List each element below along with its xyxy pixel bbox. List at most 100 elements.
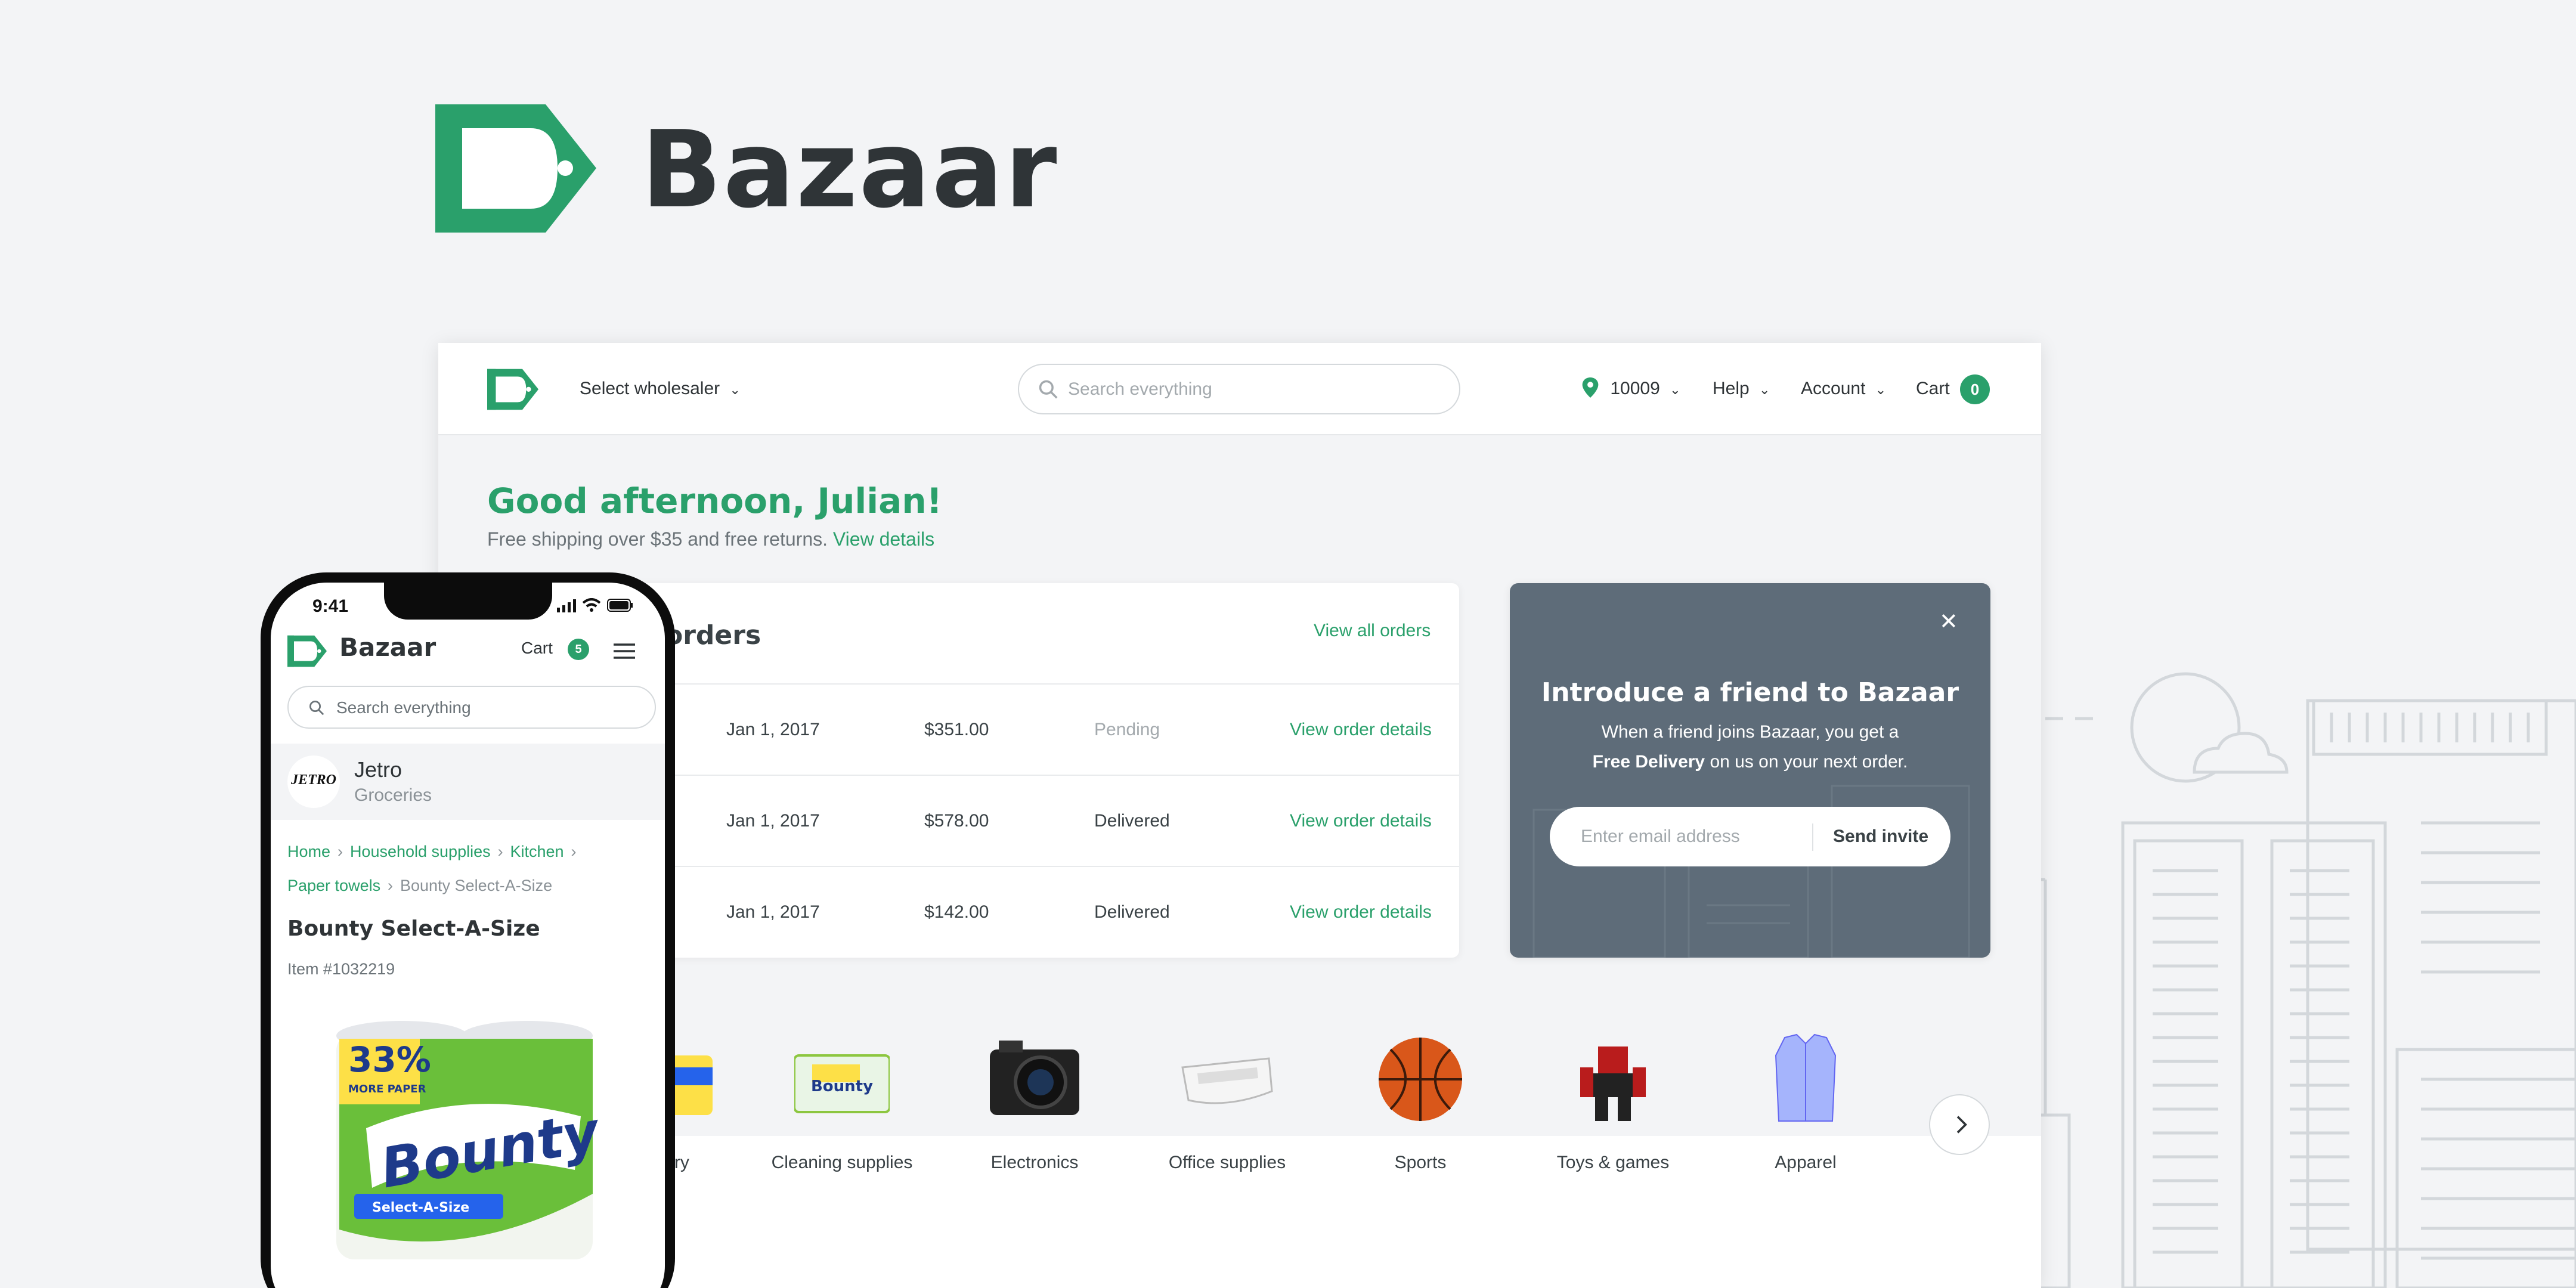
wholesaler-select[interactable]: Select wholesaler ⌄ <box>580 377 741 402</box>
referral-title: Introduce a friend to Bazaar <box>1541 677 1959 708</box>
order-amount: $351.00 <box>924 720 989 739</box>
breadcrumb-household[interactable]: Household supplies <box>350 843 491 860</box>
search-icon <box>1039 380 1058 399</box>
bazaar-wordmark: Bazaar <box>641 108 1058 231</box>
pack-variant: Select-A-Size <box>372 1200 469 1215</box>
bazaar-logo-icon <box>435 104 596 233</box>
bazaar-logo-icon[interactable] <box>287 635 327 667</box>
store-logo: JETRO <box>287 756 340 808</box>
category-label: Sports <box>1394 1153 1447 1172</box>
chevron-right-icon <box>1956 1116 1967 1134</box>
chevron-right-icon: › <box>493 843 508 860</box>
breadcrumb-kitchen[interactable]: Kitchen <box>510 843 564 860</box>
search-input[interactable]: Search everything <box>1018 364 1460 414</box>
order-amount: $142.00 <box>924 902 989 922</box>
phone-screen: 9:41 Bazaar Cart 5 Search everything JET <box>271 583 665 1288</box>
orders-title: orders <box>665 620 761 651</box>
order-date: Jan 1, 2017 <box>726 811 820 831</box>
status-time: 9:41 <box>312 596 349 616</box>
cart-label: Cart <box>1916 379 1950 398</box>
view-details-link[interactable]: View details <box>833 528 934 550</box>
location-pin-icon <box>1582 377 1599 398</box>
item-number: Item #1032219 <box>287 960 395 978</box>
order-date: Jan 1, 2017 <box>726 902 820 922</box>
search-placeholder: Search everything <box>1068 379 1212 399</box>
desktop-window: Select wholesaler ⌄ Search everything 10… <box>438 343 2041 1288</box>
category-item[interactable]: Bounty Cleaning supplies <box>756 1032 928 1199</box>
bounty-product-image: 33% MORE PAPER Bounty Select-A-Size <box>336 1021 605 1259</box>
phone-brand: Bazaar <box>339 633 436 662</box>
category-item[interactable]: Apparel <box>1719 1032 1892 1199</box>
wifi-icon <box>582 598 601 612</box>
store-selector[interactable]: JETRO Jetro Groceries <box>271 744 665 820</box>
referral-form: Enter email address Send invite <box>1550 807 1950 866</box>
chevron-down-icon: ⌄ <box>729 382 741 397</box>
chevron-down-icon: ⌄ <box>1670 382 1681 397</box>
order-amount: $578.00 <box>924 811 989 831</box>
svg-text:Bounty: Bounty <box>811 1078 873 1095</box>
order-date: Jan 1, 2017 <box>726 720 820 739</box>
wholesaler-label: Select wholesaler <box>580 379 720 398</box>
cart-link[interactable]: Cart <box>1916 377 1950 401</box>
category-item[interactable]: Office supplies <box>1141 1032 1314 1199</box>
location-label: 10009 <box>1610 379 1660 398</box>
account-menu[interactable]: Account ⌄ <box>1801 377 1886 402</box>
chevron-right-icon: › <box>566 843 577 860</box>
order-status: Delivered <box>1094 902 1170 922</box>
chevron-down-icon: ⌄ <box>1875 382 1887 397</box>
category-label: Cleaning supplies <box>771 1153 913 1172</box>
product-title: Bounty Select-A-Size <box>287 917 540 941</box>
shipping-info: Free shipping over $35 and free returns.… <box>487 527 934 552</box>
category-item[interactable]: Sports <box>1334 1032 1507 1199</box>
store-logo-text: JETRO <box>290 772 336 788</box>
search-icon <box>309 701 324 716</box>
help-label: Help <box>1713 379 1750 398</box>
view-order-details-link[interactable]: View order details <box>1290 900 1432 924</box>
camera-image <box>990 1041 1079 1115</box>
account-label: Account <box>1801 379 1866 398</box>
next-arrow-button[interactable] <box>1929 1094 1990 1155</box>
breadcrumb-line-2: Paper towels › Bounty Select-A-Size <box>287 875 657 896</box>
category-item[interactable]: Toys & games <box>1527 1032 1699 1199</box>
referral-text-2: on us on your next order. <box>1710 752 1908 772</box>
printer-image <box>1181 1057 1273 1104</box>
shipping-text: Free shipping over $35 and free returns. <box>487 528 828 550</box>
breadcrumb-home[interactable]: Home <box>287 843 330 860</box>
menu-icon[interactable] <box>612 642 636 660</box>
top-navbar: Select wholesaler ⌄ Search everything 10… <box>438 343 2041 435</box>
phone-notch <box>384 583 552 620</box>
battery-icon <box>607 599 633 612</box>
category-item[interactable]: Electronics <box>948 1032 1121 1199</box>
location-select[interactable]: 10009 ⌄ <box>1581 377 1681 402</box>
view-all-orders-link[interactable]: View all orders <box>1314 619 1431 643</box>
category-label: Apparel <box>1775 1153 1837 1172</box>
status-icons <box>557 597 634 615</box>
pack-badge: 33% <box>348 1039 431 1080</box>
city-illustration <box>2015 672 2576 1288</box>
referral-description: When a friend joins Bazaar, you get a Fr… <box>1546 717 1955 777</box>
category-label: Electronics <box>990 1153 1079 1172</box>
view-order-details-link[interactable]: View order details <box>1290 718 1432 742</box>
phone-mockup: 9:41 Bazaar Cart 5 Search everything JET <box>261 572 675 1288</box>
category-label: Toys & games <box>1556 1153 1670 1172</box>
phone-cart-link[interactable]: Cart <box>521 637 553 659</box>
basketball-image <box>1379 1038 1462 1121</box>
cart-count-badge: 0 <box>1960 374 1990 404</box>
pack-badge-sub: MORE PAPER <box>348 1083 426 1095</box>
close-icon[interactable]: ✕ <box>1939 610 1958 634</box>
order-status: Pending <box>1094 720 1160 739</box>
category-label: Office supplies <box>1168 1153 1286 1172</box>
send-invite-button[interactable]: Send invite <box>1833 825 1928 849</box>
email-field[interactable]: Enter email address <box>1581 825 1740 849</box>
shirt-image <box>1775 1033 1837 1122</box>
referral-card: ✕ Introduce a friend to Bazaar When a fr… <box>1510 583 1990 958</box>
view-order-details-link[interactable]: View order details <box>1290 809 1432 833</box>
referral-bold-text: Free Delivery <box>1592 752 1705 772</box>
store-category: Groceries <box>354 785 432 805</box>
phone-search-placeholder: Search everything <box>336 698 471 717</box>
bazaar-logo-icon[interactable] <box>487 369 538 410</box>
help-menu[interactable]: Help ⌄ <box>1713 377 1770 402</box>
store-name: Jetro <box>354 757 402 782</box>
breadcrumb-paper-towels[interactable]: Paper towels <box>287 877 380 894</box>
phone-search-input[interactable]: Search everything <box>287 686 656 729</box>
